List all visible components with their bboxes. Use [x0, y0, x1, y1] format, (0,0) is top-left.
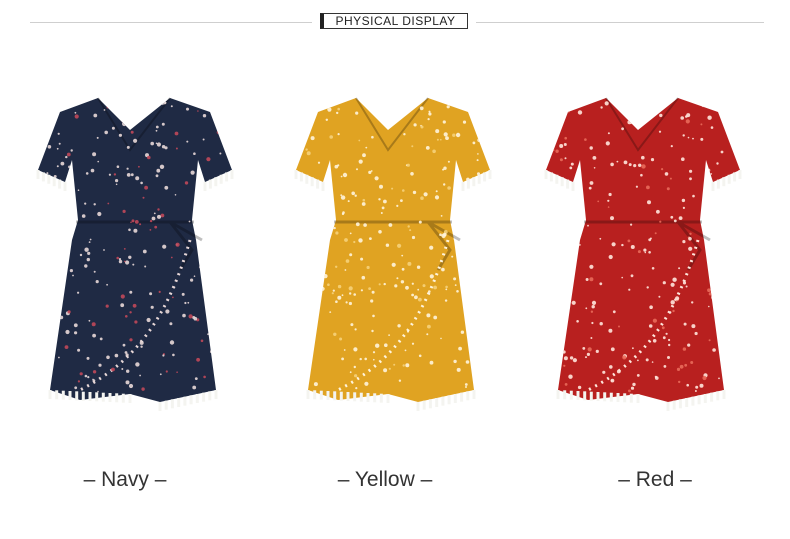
dress-image-red	[528, 90, 758, 420]
dress-illustration	[544, 97, 742, 411]
section-title: PHYSICAL DISPLAY	[320, 13, 468, 29]
header-rule-left	[30, 22, 312, 23]
dress-image-navy	[20, 90, 250, 420]
dress-image-yellow	[278, 90, 508, 420]
header-rule-right	[476, 22, 764, 23]
color-label-navy: – Navy –	[83, 468, 167, 491]
dress-illustration	[36, 97, 234, 411]
color-label-yellow: – Yellow –	[337, 468, 433, 491]
color-label-red: – Red –	[618, 468, 692, 491]
dress-illustration	[294, 97, 492, 411]
